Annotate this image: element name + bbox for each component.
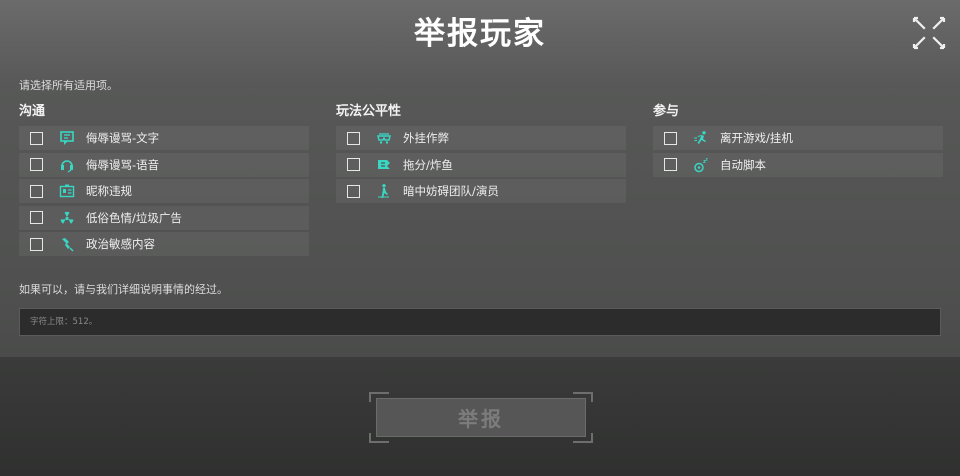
detail-prompt: 如果可以，请与我们详细说明事情的经过。 — [19, 283, 228, 296]
detail-input[interactable] — [19, 308, 941, 336]
headset-icon — [58, 157, 76, 173]
option-nickname[interactable]: 昵称违规 — [19, 179, 309, 203]
option-label: 政治敏感内容 — [86, 237, 155, 251]
option-label: 暗中妨碍团队/演员 — [403, 184, 499, 198]
flag-icon — [375, 157, 393, 173]
radiation-icon — [58, 210, 76, 226]
option-griefing[interactable]: 暗中妨碍团队/演员 — [336, 179, 626, 203]
id-card-icon — [58, 183, 76, 199]
section-title-fair-play: 玩法公平性 — [336, 104, 402, 119]
hand-icon — [58, 236, 76, 252]
option-label: 昵称违规 — [86, 184, 132, 198]
communication-options: 侮辱谩骂-文字 侮辱谩骂-语音 昵称违规 低俗色情/垃圾广告 政治敏感内容 — [19, 126, 309, 259]
sneak-icon — [375, 183, 393, 199]
checkbox[interactable] — [30, 131, 43, 145]
option-boosting[interactable]: 拖分/炸鱼 — [336, 152, 626, 177]
close-icon — [912, 16, 946, 50]
chat-text-icon — [58, 130, 76, 146]
dialog-title: 举报玩家 — [414, 16, 546, 52]
checkbox[interactable] — [30, 184, 43, 198]
option-label: 侮辱谩骂-文字 — [86, 131, 160, 145]
participation-options: 离开游戏/挂机 zz 自动脚本 — [653, 126, 943, 179]
checkbox[interactable] — [664, 131, 677, 145]
option-afk[interactable]: 离开游戏/挂机 — [653, 126, 943, 150]
option-abuse-text[interactable]: 侮辱谩骂-文字 — [19, 126, 309, 150]
checkbox[interactable] — [30, 211, 43, 224]
option-label: 拖分/炸鱼 — [403, 157, 453, 172]
option-label: 离开游戏/挂机 — [720, 131, 793, 145]
option-label: 外挂作弊 — [403, 131, 449, 145]
goggles-icon — [375, 130, 393, 146]
option-label: 低俗色情/垃圾广告 — [86, 210, 182, 225]
section-title-communication: 沟通 — [19, 104, 46, 119]
option-vulgar-spam[interactable]: 低俗色情/垃圾广告 — [19, 205, 309, 230]
running-icon — [692, 130, 710, 146]
instruction-text: 请选择所有适用项。 — [19, 79, 118, 92]
checkbox[interactable] — [347, 184, 360, 198]
option-abuse-voice[interactable]: 侮辱谩骂-语音 — [19, 152, 309, 177]
option-label: 自动脚本 — [720, 157, 766, 172]
option-political[interactable]: 政治敏感内容 — [19, 232, 309, 256]
checkbox[interactable] — [664, 158, 677, 171]
fair-play-options: 外挂作弊 拖分/炸鱼 暗中妨碍团队/演员 — [336, 126, 626, 206]
report-button[interactable]: 举报 — [376, 398, 586, 437]
option-label: 侮辱谩骂-语音 — [86, 157, 160, 172]
sleeping-icon: zz — [692, 157, 710, 173]
checkbox[interactable] — [30, 237, 43, 251]
svg-text:z: z — [706, 157, 709, 162]
section-title-participation: 参与 — [653, 104, 680, 119]
checkbox[interactable] — [30, 158, 43, 171]
checkbox[interactable] — [347, 131, 360, 145]
option-cheating[interactable]: 外挂作弊 — [336, 126, 626, 150]
checkbox[interactable] — [347, 158, 360, 171]
close-button[interactable] — [910, 14, 948, 52]
option-auto-script[interactable]: zz 自动脚本 — [653, 152, 943, 177]
